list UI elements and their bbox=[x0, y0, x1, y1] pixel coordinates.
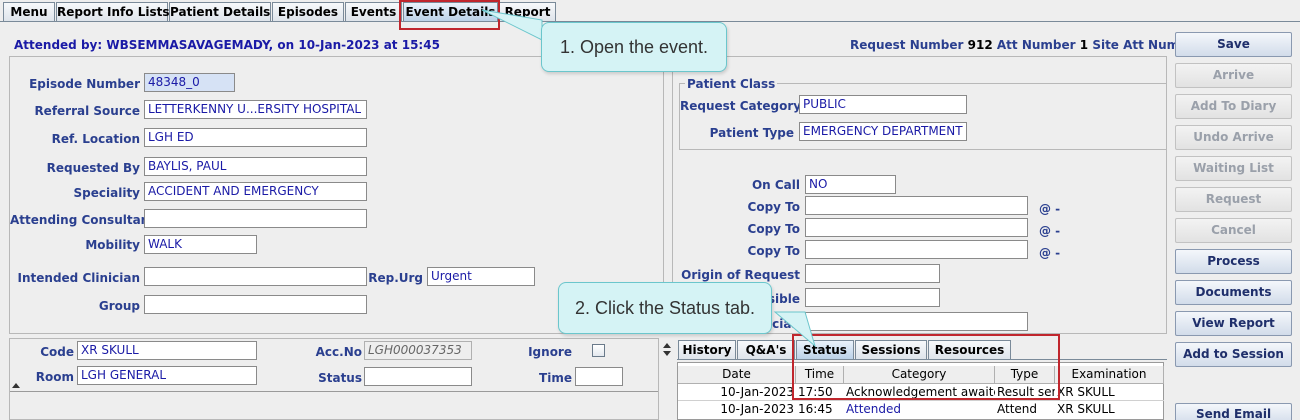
code-field[interactable]: XR SKULL bbox=[77, 341, 257, 360]
mobility-field[interactable]: WALK bbox=[144, 235, 257, 254]
patient-type-label: Patient Type bbox=[709, 126, 794, 140]
att-number-label: Att Number bbox=[996, 38, 1076, 52]
origin-of-request-label: Origin of Request bbox=[681, 268, 800, 282]
requested-by-field[interactable]: BAYLIS, PAUL bbox=[144, 157, 367, 176]
rep-urg-field[interactable]: Urgent bbox=[427, 267, 535, 286]
ignore-label: Ignore bbox=[528, 345, 572, 359]
row1-date[interactable]: 10-Jan-2023 bbox=[678, 384, 796, 400]
tab-events[interactable]: Events bbox=[345, 2, 402, 22]
episode-number-label: Episode Number bbox=[29, 77, 140, 91]
rep-urg-label: Rep.Urg bbox=[368, 271, 423, 285]
request-number-label: Request Number bbox=[850, 38, 964, 52]
room-label: Room bbox=[35, 370, 74, 384]
patient-class-title: Patient Class bbox=[685, 77, 778, 91]
copy-to-label-1: Copy To bbox=[747, 200, 800, 214]
copy-to-at-1: @ - bbox=[1039, 202, 1061, 216]
callout-2-pointer bbox=[773, 311, 816, 348]
time-field[interactable] bbox=[575, 367, 623, 386]
referral-source-label: Referral Source bbox=[34, 104, 140, 118]
acc-no-label: Acc.No bbox=[315, 345, 362, 359]
callout-step-1: 1. Open the event. bbox=[541, 22, 727, 72]
group-label: Group bbox=[98, 299, 140, 313]
referral-source-field[interactable]: LETTERKENNY U...ERSITY HOSPITAL bbox=[144, 100, 367, 119]
row2-type[interactable]: Attend bbox=[995, 401, 1055, 417]
tab-menu[interactable]: Menu bbox=[3, 2, 55, 22]
patient-type-field[interactable]: EMERGENCY DEPARTMENT bbox=[799, 122, 967, 141]
cancel-button[interactable]: Cancel bbox=[1175, 218, 1292, 243]
mobility-label: Mobility bbox=[85, 238, 140, 252]
request-info: Request Number 912 Att Number 1 Site Att… bbox=[850, 38, 1214, 52]
tab-episodes[interactable]: Episodes bbox=[272, 2, 344, 22]
ignore-checkbox[interactable] bbox=[592, 344, 605, 357]
attending-consultant-field[interactable] bbox=[144, 209, 367, 228]
request-button[interactable]: Request bbox=[1175, 187, 1292, 212]
col-header-examination[interactable]: Examination bbox=[1055, 366, 1164, 384]
split-down-arrow[interactable] bbox=[663, 351, 671, 356]
on-call-field[interactable]: NO bbox=[805, 175, 896, 194]
documents-button[interactable]: Documents bbox=[1175, 280, 1292, 305]
arrive-button[interactable]: Arrive bbox=[1175, 63, 1292, 88]
save-button[interactable]: Save bbox=[1175, 32, 1292, 57]
send-email-button[interactable]: Send Email bbox=[1175, 403, 1292, 420]
attending-consultant-label: Attending Consultant bbox=[10, 213, 155, 227]
row2-time[interactable]: 16:45 bbox=[796, 401, 844, 417]
time-label: Time bbox=[539, 371, 572, 385]
main-tab-bar: Menu Report Info Lists Patient Details E… bbox=[0, 0, 1300, 24]
col-header-date[interactable]: Date bbox=[678, 366, 796, 384]
status-field[interactable] bbox=[364, 367, 472, 386]
ref-location-field[interactable]: LGH ED bbox=[144, 128, 367, 147]
row1-examination[interactable]: XR SKULL bbox=[1055, 384, 1164, 400]
on-call-label: On Call bbox=[751, 178, 800, 192]
copy-to-at-2: @ - bbox=[1039, 224, 1061, 238]
group-field[interactable] bbox=[144, 295, 367, 314]
speciality-field[interactable]: ACCIDENT AND EMERGENCY bbox=[144, 182, 367, 201]
tab-report-info-lists[interactable]: Report Info Lists bbox=[56, 2, 169, 22]
process-button[interactable]: Process bbox=[1175, 249, 1292, 274]
callout-step-2: 2. Click the Status tab. bbox=[558, 282, 772, 334]
split-up-arrow[interactable] bbox=[663, 343, 671, 348]
row2-examination[interactable]: XR SKULL bbox=[1055, 401, 1164, 417]
copy-to-at-3: @ - bbox=[1039, 246, 1061, 260]
episode-number-field[interactable]: 48348_0 bbox=[144, 73, 235, 92]
att-number: 1 bbox=[1079, 38, 1089, 52]
undo-arrive-button[interactable]: Undo Arrive bbox=[1175, 125, 1292, 150]
copy-to-label-3: Copy To bbox=[747, 244, 800, 258]
copy-to-field-3[interactable] bbox=[805, 240, 1028, 259]
speciality-label: Speciality bbox=[73, 186, 140, 200]
exam-panel-divider bbox=[10, 391, 658, 392]
copy-to-label-2: Copy To bbox=[747, 222, 800, 236]
add-to-diary-button[interactable]: Add To Diary bbox=[1175, 94, 1292, 119]
tab-patient-details[interactable]: Patient Details bbox=[169, 2, 271, 22]
clinician-field[interactable] bbox=[805, 312, 1028, 331]
request-category-field[interactable]: PUBLIC bbox=[799, 95, 967, 114]
requested-by-label: Requested By bbox=[46, 161, 140, 175]
acc-no-field: LGH000037353 bbox=[364, 341, 472, 360]
intended-clinician-field[interactable] bbox=[144, 267, 367, 286]
ref-location-label: Ref. Location bbox=[51, 132, 140, 146]
copy-to-field-1[interactable] bbox=[805, 196, 1028, 215]
request-number: 912 bbox=[967, 38, 993, 52]
subtab-history[interactable]: History bbox=[678, 340, 736, 360]
copy-to-field-2[interactable] bbox=[805, 218, 1028, 237]
row2-date[interactable]: 10-Jan-2023 bbox=[678, 401, 796, 417]
highlight-status-tab bbox=[792, 334, 1060, 400]
status-label: Status bbox=[318, 371, 362, 385]
origin-of-request-field[interactable] bbox=[805, 264, 940, 283]
add-to-session-button[interactable]: Add to Session bbox=[1175, 342, 1292, 367]
request-category-label: Request Category bbox=[680, 99, 802, 113]
intended-clinician-label: Intended Clinician bbox=[17, 271, 140, 285]
code-label: Code bbox=[40, 345, 74, 359]
row2-category[interactable]: Attended bbox=[844, 401, 995, 417]
room-field[interactable]: LGH GENERAL bbox=[77, 366, 257, 385]
attended-by-text: Attended by: WBSEMMASAVAGEMADY, on 10-Ja… bbox=[14, 38, 440, 52]
view-report-button[interactable]: View Report bbox=[1175, 311, 1292, 336]
waiting-list-button[interactable]: Waiting List bbox=[1175, 156, 1292, 181]
